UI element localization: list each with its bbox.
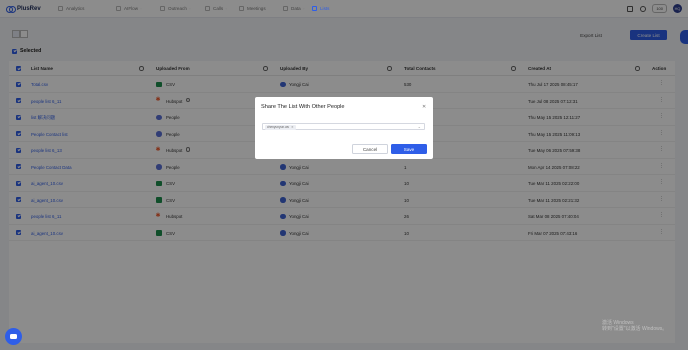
share-people-select[interactable]: chenyunyun.wu ✕ ⌄ — [262, 123, 425, 130]
chevron-down-icon: ▾ — [302, 6, 305, 11]
database-icon — [283, 6, 288, 11]
nav-label: Meetings — [247, 6, 266, 11]
nav-item-calls[interactable]: Calls ▾ — [203, 4, 229, 13]
cancel-label: Cancel — [362, 146, 378, 152]
chip-label: chenyunyun.wu — [267, 125, 290, 130]
nav-item-aiflow[interactable]: AIFlow ▾ — [114, 4, 144, 13]
chart-icon — [58, 6, 63, 11]
nav-item-meetings[interactable]: Meetings — [237, 4, 268, 13]
nav-item-lists[interactable]: Lists — [310, 4, 331, 13]
watermark-line-2: 转到"设置"以激活 Windows。 — [602, 326, 668, 332]
list-icon — [312, 6, 317, 11]
flow-icon — [116, 6, 121, 11]
selected-person-chip: chenyunyun.wu ✕ — [265, 125, 296, 130]
windows-watermark: 激活 Windows 转到"设置"以激活 Windows。 — [602, 320, 667, 332]
chevron-down-icon[interactable]: ⌄ — [418, 124, 421, 129]
chevron-down-icon: ▾ — [225, 6, 228, 11]
modal-overlay[interactable] — [0, 0, 688, 350]
calendar-icon — [239, 6, 244, 11]
close-icon[interactable]: ✕ — [422, 104, 426, 110]
send-icon — [160, 6, 165, 11]
chevron-down-icon: ▾ — [140, 6, 143, 11]
nav-label: Calls — [213, 6, 224, 11]
nav-item-outreach[interactable]: Outreach ▾ — [158, 4, 193, 13]
chat-support-button[interactable] — [5, 328, 22, 345]
nav-label: Data — [291, 6, 301, 11]
save-label: Save — [403, 146, 415, 152]
nav-label: AIFlow — [124, 6, 139, 11]
phone-icon — [205, 6, 210, 11]
nav-label: Lists — [320, 6, 330, 11]
nav-label: Outreach — [168, 6, 187, 11]
nav-item-data[interactable]: Data ▾ — [281, 4, 307, 13]
remove-chip-icon[interactable]: ✕ — [291, 125, 294, 129]
cancel-button[interactable]: Cancel — [352, 144, 388, 154]
save-button[interactable]: Save — [391, 144, 427, 154]
nav-label: Analytics — [66, 6, 85, 11]
nav-item-analytics[interactable]: Analytics — [56, 4, 86, 13]
chevron-down-icon: ▾ — [188, 6, 191, 11]
modal-title: Share The List With Other People — [261, 104, 345, 110]
